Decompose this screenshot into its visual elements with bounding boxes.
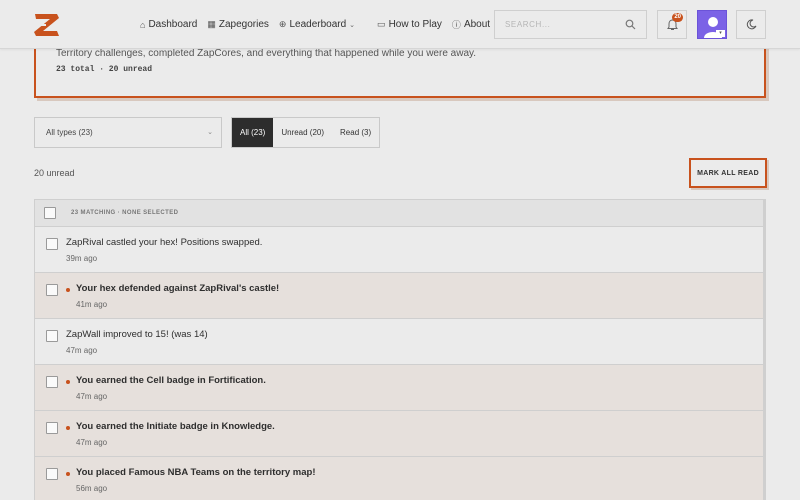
nav-about-label: About [463,19,491,30]
zapquiz-logo[interactable] [33,11,61,39]
mark-all-read-button[interactable]: MARK ALL READ [689,158,767,188]
nav-zapegories[interactable]: ▦ Zapegories [207,19,269,30]
notification-time: 39m ago [66,254,98,263]
list-item[interactable]: ZapRival castled your hex! Positions swa… [35,227,763,273]
select-all-checkbox[interactable] [44,207,56,219]
nav-dashboard-label: Dashboard [148,19,198,30]
list-item[interactable]: Your hex defended against ZapRival's cas… [35,273,763,319]
notification-title: You earned the Cell badge in Fortificati… [76,375,266,386]
info-icon: ⓘ [451,20,461,30]
row-checkbox[interactable] [46,238,58,250]
moon-icon [746,19,756,30]
notification-title: ZapRival castled your hex! Positions swa… [66,237,263,248]
grid-icon: ▦ [207,19,216,29]
notifications-button[interactable]: 20 [657,10,687,39]
notification-title: You placed Famous NBA Teams on the terri… [76,467,316,478]
type-filter-select[interactable]: All types (23) ⌄ [34,117,222,148]
row-checkbox[interactable] [46,422,58,434]
notification-time: 47m ago [76,438,108,447]
nav-about[interactable]: ⓘ About [452,18,490,31]
notification-title: ZapWall improved to 15! (was 14) [66,329,208,340]
row-checkbox[interactable] [46,330,58,342]
notification-title: Your hex defended against ZapRival's cas… [76,283,280,294]
notification-time: 56m ago [76,484,108,493]
row-checkbox[interactable] [46,284,58,296]
list-header: 23 MATCHING · NONE SELECTED [35,200,763,227]
search-input[interactable] [505,20,625,29]
chevron-down-icon: ⌄ [207,129,213,136]
row-checkbox[interactable] [46,376,58,388]
nav-how-to-play[interactable]: ▭ How to Play [377,19,442,30]
notification-count-badge: 20 [672,13,683,22]
notification-title: You earned the Initiate badge in Knowled… [76,421,275,432]
search-icon[interactable] [625,19,636,30]
top-bar: ⌂ Dashboard ▦ Zapegories ⊕ Leaderboard ⌄… [0,0,800,49]
list-item[interactable]: ZapWall improved to 15! (was 14) 47m ago [35,319,763,365]
selection-summary: 23 MATCHING · NONE SELECTED [71,210,179,216]
tab-unread[interactable]: Unread (20) [273,118,332,147]
plus-circle-icon: ⊕ [278,19,287,29]
tab-read[interactable]: Read (3) [332,118,379,147]
unread-dot-icon [66,288,70,292]
nav-zapegories-label: Zapegories [218,19,269,30]
chevron-down-icon: ⌄ [349,21,356,29]
read-filter-tabs: All (23) Unread (20) Read (3) [231,117,381,148]
list-item[interactable]: You placed Famous NBA Teams on the terri… [35,457,763,500]
notification-time: 47m ago [66,346,98,355]
list-item[interactable]: You earned the Initiate badge in Knowled… [35,411,763,457]
theme-toggle-button[interactable] [736,10,766,39]
nav-dashboard[interactable]: ⌂ Dashboard [140,19,197,30]
unread-dot-icon [66,426,70,430]
header-counts: 23 total · 20 unread [56,65,153,74]
search-box [494,10,647,39]
avatar[interactable]: ▾ [697,10,727,39]
unread-dot-icon [66,380,70,384]
home-icon: ⌂ [140,19,146,30]
nav-leaderboard[interactable]: ⊕ Leaderboard ⌄ [279,19,355,30]
type-filter-value: All types (23) [46,128,93,137]
list-item[interactable]: You earned the Cell badge in Fortificati… [35,365,763,411]
main-nav: ⌂ Dashboard ▦ Zapegories ⊕ Leaderboard ⌄… [140,0,500,49]
header-description: Territory challenges, completed ZapCores… [56,48,477,59]
unread-count: 20 unread [34,168,75,178]
nav-how-to-play-label: How to Play [388,19,442,30]
video-icon: ▭ [377,19,386,29]
unread-dot-icon [66,472,70,476]
notification-time: 41m ago [76,300,108,309]
tab-all[interactable]: All (23) [232,118,274,147]
notification-time: 47m ago [76,392,108,401]
row-checkbox[interactable] [46,468,58,480]
nav-leaderboard-label: Leaderboard [289,19,347,30]
notification-list: 23 MATCHING · NONE SELECTED ZapRival cas… [34,199,766,500]
avatar-menu-icon: ▾ [716,30,725,37]
